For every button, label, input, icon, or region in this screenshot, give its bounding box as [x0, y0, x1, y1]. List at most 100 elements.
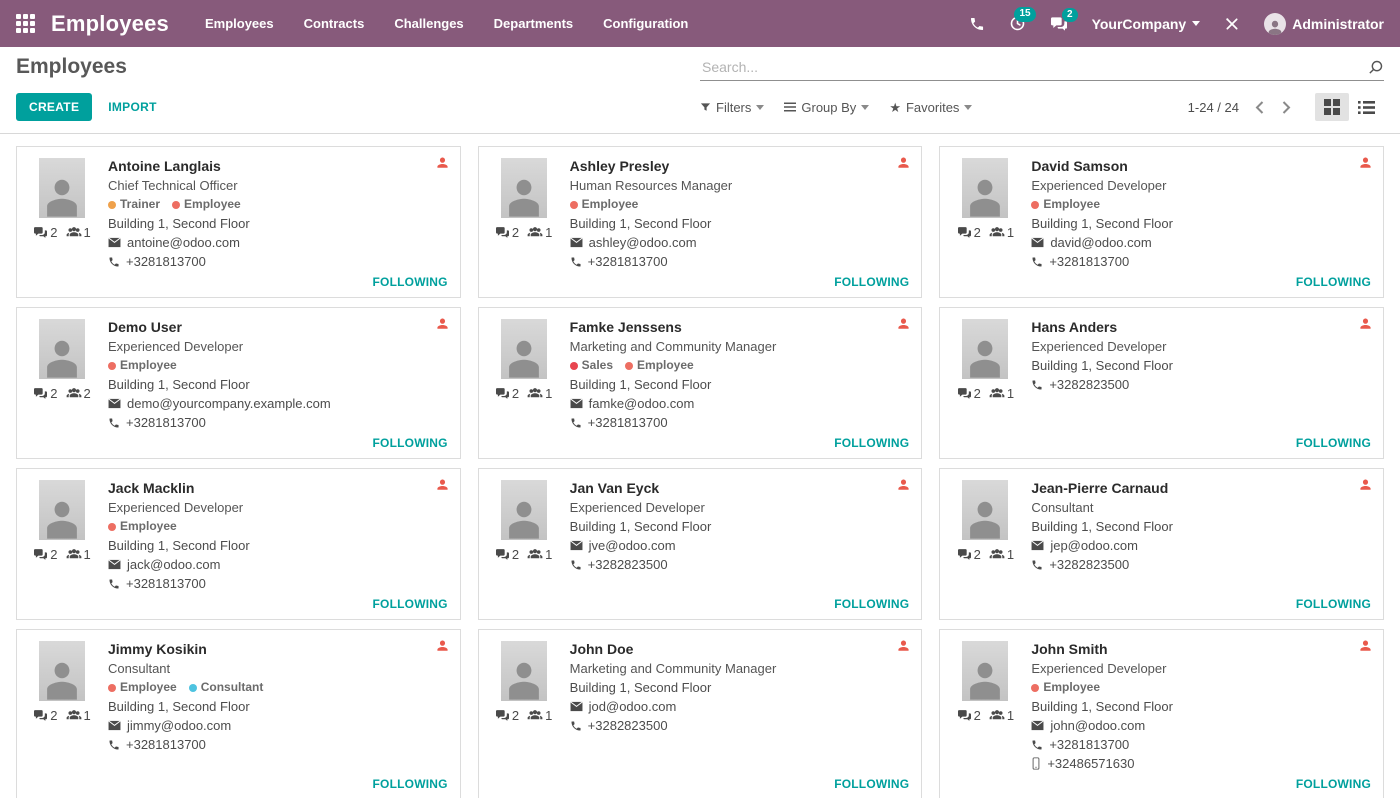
employee-phone-row[interactable]: +3281813700	[1031, 735, 1373, 754]
employee-card[interactable]: 2 1 David Samson Experienced Developer E…	[939, 146, 1384, 298]
follower-count[interactable]: 1	[66, 225, 91, 240]
following-button[interactable]: FOLLOWING	[834, 436, 909, 450]
message-count[interactable]: 2	[495, 225, 519, 240]
employee-photo[interactable]	[39, 480, 85, 540]
employee-email-row[interactable]: ashley@odoo.com	[570, 233, 912, 252]
employee-name[interactable]: Famke Jenssens	[570, 317, 912, 337]
employee-card[interactable]: 2 1 Ashley Presley Human Resources Manag…	[478, 146, 923, 298]
employee-email-row[interactable]: david@odoo.com	[1031, 233, 1373, 252]
follower-count[interactable]: 1	[989, 225, 1014, 240]
employee-phone-row[interactable]: +3281813700	[1031, 252, 1373, 271]
employee-name[interactable]: Demo User	[108, 317, 450, 337]
employee-phone-row[interactable]: +3282823500	[1031, 375, 1373, 394]
message-count[interactable]: 2	[957, 386, 981, 401]
employee-photo[interactable]	[962, 319, 1008, 379]
employee-phone-row[interactable]: +3281813700	[108, 574, 450, 593]
app-brand[interactable]: Employees	[51, 11, 169, 37]
group-by-dropdown[interactable]: Group By	[784, 100, 869, 115]
employee-card[interactable]: 2 1 Antoine Langlais Chief Technical Off…	[16, 146, 461, 298]
list-view-button[interactable]	[1349, 95, 1384, 120]
pager-previous-button[interactable]	[1253, 99, 1266, 116]
employee-card[interactable]: 2 1 Hans Anders Experienced Developer Bu…	[939, 307, 1384, 459]
import-button[interactable]: IMPORT	[108, 100, 156, 114]
employee-photo[interactable]	[962, 480, 1008, 540]
message-count[interactable]: 2	[33, 225, 57, 240]
follower-count[interactable]: 1	[989, 708, 1014, 723]
employee-phone-row[interactable]: +3281813700	[570, 252, 912, 271]
employee-email-row[interactable]: jve@odoo.com	[570, 536, 912, 555]
employee-photo[interactable]	[39, 319, 85, 379]
following-button[interactable]: FOLLOWING	[834, 777, 909, 791]
employee-name[interactable]: John Smith	[1031, 639, 1373, 659]
follower-count[interactable]: 1	[527, 386, 552, 401]
pager-next-button[interactable]	[1280, 99, 1293, 116]
following-button[interactable]: FOLLOWING	[373, 436, 448, 450]
follower-count[interactable]: 1	[989, 547, 1014, 562]
pager-value[interactable]: 1-24 / 24	[1188, 100, 1239, 115]
debug-tools-icon[interactable]	[1224, 16, 1240, 32]
employee-photo[interactable]	[962, 641, 1008, 701]
employee-photo[interactable]	[39, 158, 85, 218]
employee-name[interactable]: Jan Van Eyck	[570, 478, 912, 498]
employee-phone-row[interactable]: +3281813700	[570, 413, 912, 432]
follower-count[interactable]: 1	[527, 225, 552, 240]
message-count[interactable]: 2	[495, 386, 519, 401]
menu-departments[interactable]: Departments	[494, 16, 573, 31]
apps-menu-icon[interactable]	[16, 14, 35, 33]
employee-email-row[interactable]: demo@yourcompany.example.com	[108, 394, 450, 413]
favorites-dropdown[interactable]: ★ Favorites	[889, 100, 972, 115]
employee-photo[interactable]	[501, 319, 547, 379]
employee-card[interactable]: 2 1 Jean-Pierre Carnaud Consultant Build…	[939, 468, 1384, 620]
search-input[interactable]	[700, 55, 1384, 81]
employee-email-row[interactable]: jimmy@odoo.com	[108, 716, 450, 735]
following-button[interactable]: FOLLOWING	[373, 777, 448, 791]
message-count[interactable]: 2	[495, 708, 519, 723]
user-menu[interactable]: Administrator	[1264, 13, 1384, 35]
menu-challenges[interactable]: Challenges	[394, 16, 463, 31]
employee-photo[interactable]	[501, 641, 547, 701]
employee-email-row[interactable]: john@odoo.com	[1031, 716, 1373, 735]
employee-card[interactable]: 2 1 Jimmy Kosikin Consultant EmployeeCon…	[16, 629, 461, 798]
employee-name[interactable]: Hans Anders	[1031, 317, 1373, 337]
employee-card[interactable]: 2 1 Jack Macklin Experienced Developer E…	[16, 468, 461, 620]
message-count[interactable]: 2	[957, 225, 981, 240]
employee-card[interactable]: 2 1 Jan Van Eyck Experienced Developer B…	[478, 468, 923, 620]
menu-employees[interactable]: Employees	[205, 16, 274, 31]
employee-phone-row[interactable]: +3282823500	[570, 716, 912, 735]
filters-dropdown[interactable]: Filters	[700, 100, 764, 115]
employee-photo[interactable]	[39, 641, 85, 701]
create-button[interactable]: CREATE	[16, 93, 92, 121]
following-button[interactable]: FOLLOWING	[373, 275, 448, 289]
employee-email-row[interactable]: jod@odoo.com	[570, 697, 912, 716]
employee-email-row[interactable]: famke@odoo.com	[570, 394, 912, 413]
employee-name[interactable]: David Samson	[1031, 156, 1373, 176]
company-switcher[interactable]: YourCompany	[1092, 16, 1201, 32]
follower-count[interactable]: 1	[989, 386, 1014, 401]
employee-name[interactable]: Jean-Pierre Carnaud	[1031, 478, 1373, 498]
employee-name[interactable]: Ashley Presley	[570, 156, 912, 176]
employee-card[interactable]: 2 2 Demo User Experienced Developer Empl…	[16, 307, 461, 459]
message-count[interactable]: 2	[957, 708, 981, 723]
menu-configuration[interactable]: Configuration	[603, 16, 688, 31]
following-button[interactable]: FOLLOWING	[834, 597, 909, 611]
following-button[interactable]: FOLLOWING	[1296, 436, 1371, 450]
following-button[interactable]: FOLLOWING	[1296, 275, 1371, 289]
message-count[interactable]: 2	[33, 386, 57, 401]
employee-card[interactable]: 2 1 Famke Jenssens Marketing and Communi…	[478, 307, 923, 459]
kanban-view-button[interactable]	[1315, 93, 1349, 121]
employee-name[interactable]: Antoine Langlais	[108, 156, 450, 176]
employee-name[interactable]: Jimmy Kosikin	[108, 639, 450, 659]
employee-email-row[interactable]: jack@odoo.com	[108, 555, 450, 574]
employee-phone-row[interactable]: +3282823500	[570, 555, 912, 574]
following-button[interactable]: FOLLOWING	[834, 275, 909, 289]
employee-email-row[interactable]: jep@odoo.com	[1031, 536, 1373, 555]
employee-card[interactable]: 2 1 John Doe Marketing and Community Man…	[478, 629, 923, 798]
message-count[interactable]: 2	[33, 547, 57, 562]
employee-photo[interactable]	[501, 158, 547, 218]
employee-photo[interactable]	[501, 480, 547, 540]
employee-email-row[interactable]: antoine@odoo.com	[108, 233, 450, 252]
employee-phone-row[interactable]: +3281813700	[108, 252, 450, 271]
message-count[interactable]: 2	[495, 547, 519, 562]
employee-phone-row[interactable]: +3281813700	[108, 735, 450, 754]
following-button[interactable]: FOLLOWING	[373, 597, 448, 611]
